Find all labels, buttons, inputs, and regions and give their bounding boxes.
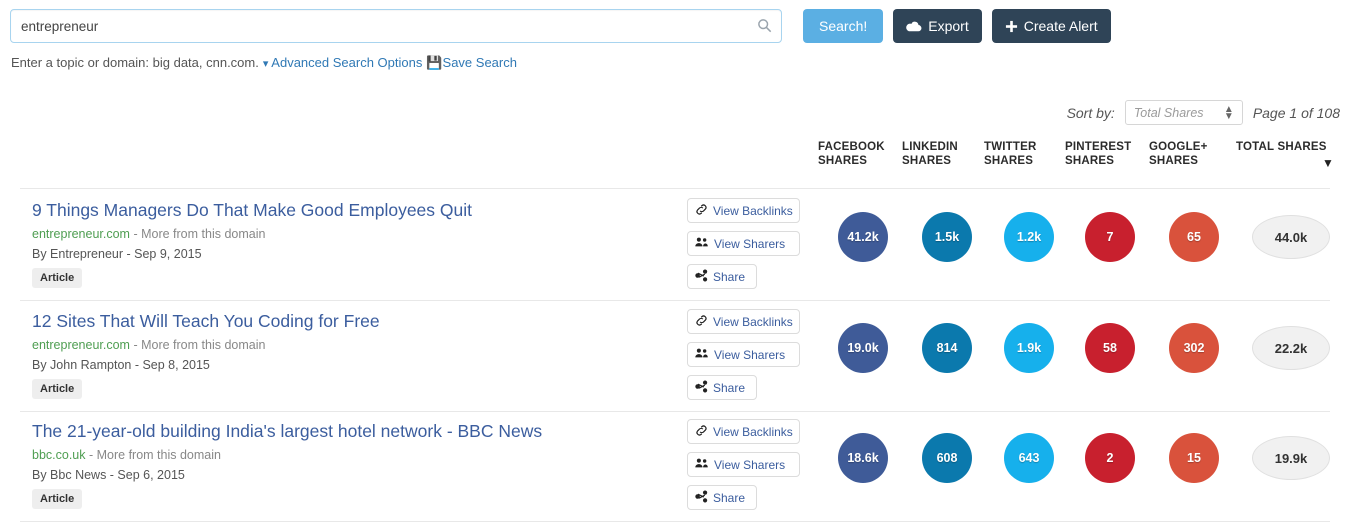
chevron-down-icon: ▾ — [262, 58, 269, 70]
row-divider — [20, 521, 1330, 522]
metric-bubble-total[interactable]: 22.2k — [1252, 326, 1330, 370]
column-header-pinterest-line2: SHARES — [1065, 155, 1115, 167]
column-header-googleplus[interactable]: GOOGLE+ SHARES — [1149, 140, 1208, 168]
metric-bubble-linkedin[interactable]: 1.5k — [922, 212, 972, 262]
metric-bubble-pinterest[interactable]: 7 — [1085, 212, 1135, 262]
column-header-googleplus-line1: GOOGLE+ — [1149, 141, 1208, 153]
metric-bubble-facebook[interactable]: 41.2k — [838, 212, 888, 262]
search-button-label: Search! — [819, 18, 868, 34]
metric-bubble-linkedin[interactable]: 608 — [922, 433, 972, 483]
save-search-link[interactable]: Save Search — [443, 55, 517, 70]
result-row: 9 Things Managers Do That Make Good Empl… — [0, 198, 1346, 310]
column-header-linkedin-line2: SHARES — [902, 155, 952, 167]
advanced-search-options-link[interactable]: Advanced Search Options — [271, 55, 422, 70]
save-search-icon: 💾 — [426, 55, 443, 70]
column-header-twitter-line1: TWITTER — [984, 141, 1037, 153]
metric-bubble-twitter[interactable]: 1.9k — [1004, 323, 1054, 373]
result-metrics: 41.2k 1.5k 1.2k 7 65 44.0k — [0, 212, 1346, 272]
column-header-facebook-line1: FACEBOOK — [818, 141, 885, 153]
create-alert-label: Create Alert — [1023, 18, 1098, 34]
column-headers: FACEBOOK SHARES LINKEDIN SHARES TWITTER … — [0, 140, 1346, 176]
cloud-download-icon — [906, 20, 922, 33]
metric-bubble-twitter[interactable]: 1.2k — [1004, 212, 1054, 262]
sort-by-select[interactable]: Total Shares ▲ ▼ — [1124, 100, 1243, 125]
column-header-pinterest[interactable]: PINTEREST SHARES — [1065, 140, 1131, 168]
search-input-wrapper — [10, 9, 782, 43]
result-metrics: 19.0k 814 1.9k 58 302 22.2k — [0, 323, 1346, 383]
column-header-linkedin-line1: LINKEDIN — [902, 141, 958, 153]
column-header-linkedin[interactable]: LINKEDIN SHARES — [902, 140, 958, 168]
result-metrics: 18.6k 608 643 2 15 19.9k — [0, 433, 1346, 493]
create-alert-button[interactable]: Create Alert — [991, 9, 1111, 43]
metric-bubble-linkedin[interactable]: 814 — [922, 323, 972, 373]
sort-controls: Sort by: Total Shares ▲ ▼ Page 1 of 108 — [1067, 100, 1340, 125]
column-header-facebook-line2: SHARES — [818, 155, 868, 167]
column-header-googleplus-line2: SHARES — [1149, 155, 1199, 167]
row-divider — [20, 300, 1330, 301]
sort-desc-caret-icon[interactable]: ▼ — [1322, 156, 1334, 170]
metric-bubble-facebook[interactable]: 18.6k — [838, 433, 888, 483]
search-hint-line: Enter a topic or domain: big data, cnn.c… — [11, 55, 517, 71]
metric-bubble-googleplus[interactable]: 302 — [1169, 323, 1219, 373]
metric-bubble-pinterest[interactable]: 58 — [1085, 323, 1135, 373]
metric-bubble-total[interactable]: 44.0k — [1252, 215, 1330, 259]
updown-arrows-icon: ▲ ▼ — [1223, 103, 1234, 122]
metric-bubble-total[interactable]: 19.9k — [1252, 436, 1330, 480]
result-row: The 21-year-old building India's largest… — [0, 419, 1346, 531]
search-toolbar: Search! Export Create Alert — [10, 9, 1336, 45]
metric-bubble-googleplus[interactable]: 65 — [1169, 212, 1219, 262]
metric-bubble-googleplus[interactable]: 15 — [1169, 433, 1219, 483]
column-header-twitter[interactable]: TWITTER SHARES — [984, 140, 1037, 168]
export-button-label: Export — [928, 18, 969, 34]
row-divider — [20, 411, 1330, 412]
metric-bubble-pinterest[interactable]: 2 — [1085, 433, 1135, 483]
column-header-facebook[interactable]: FACEBOOK SHARES — [818, 140, 885, 168]
plus-icon — [1005, 20, 1018, 33]
column-header-twitter-line2: SHARES — [984, 155, 1034, 167]
sort-by-selected-value: Total Shares — [1133, 105, 1204, 120]
metric-bubble-twitter[interactable]: 643 — [1004, 433, 1054, 483]
export-button[interactable]: Export — [893, 9, 982, 43]
divider-top — [20, 188, 1330, 189]
column-header-total-shares[interactable]: TOTAL SHARES ▼ — [1236, 140, 1334, 170]
search-input[interactable] — [10, 9, 782, 43]
column-header-total-line1: TOTAL SHARES — [1236, 141, 1327, 153]
sort-by-label: Sort by: — [1066, 104, 1115, 121]
column-header-pinterest-line1: PINTEREST — [1065, 141, 1132, 153]
metric-bubble-facebook[interactable]: 19.0k — [838, 323, 888, 373]
search-hint-text: Enter a topic or domain: big data, cnn.c… — [11, 55, 259, 70]
search-button[interactable]: Search! — [803, 9, 884, 43]
result-row: 12 Sites That Will Teach You Coding for … — [0, 309, 1346, 421]
page-indicator: Page 1 of 108 — [1252, 104, 1340, 121]
